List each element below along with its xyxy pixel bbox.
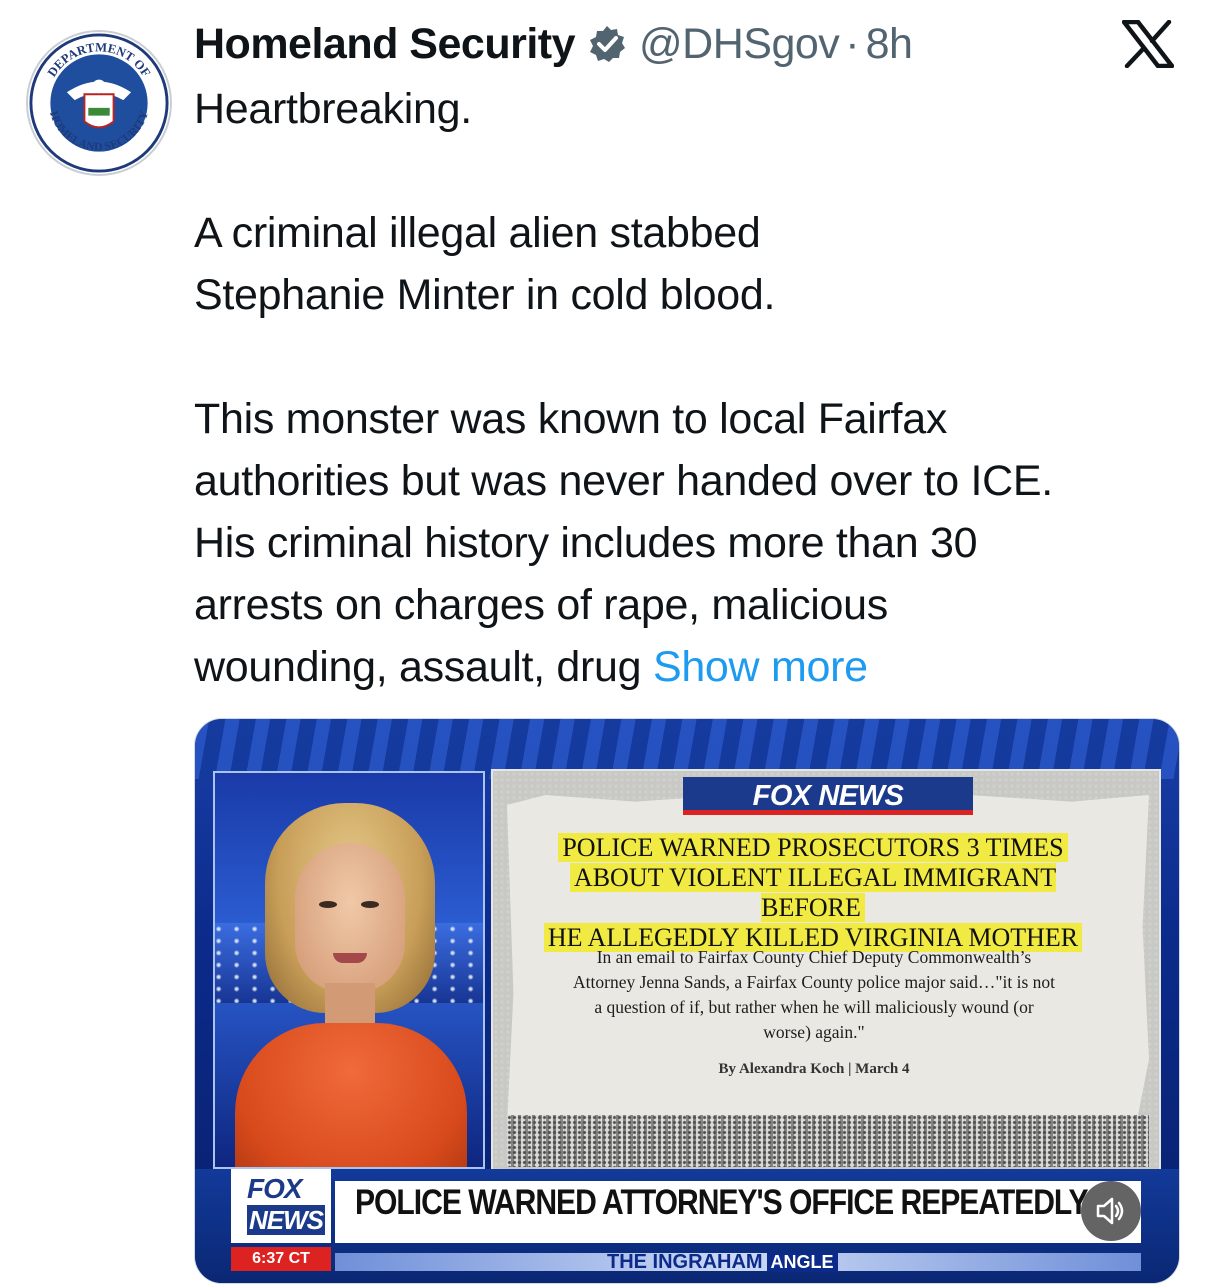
logo-fox: FOX <box>247 1173 303 1204</box>
show-name-main: THE INGRAHAM <box>607 1251 763 1273</box>
video-media[interactable]: FOX NEWS POLICE WARNED PROSECUTORS 3 TIM… <box>194 718 1180 1284</box>
logo-news: NEWS <box>247 1205 325 1235</box>
author-name[interactable]: Homeland Security <box>194 20 576 69</box>
speaker-muted-icon <box>1096 1197 1124 1225</box>
separator-dot: · <box>845 19 860 68</box>
article-quote: In an email to Fairfax County Chief Depu… <box>529 945 1099 1045</box>
article-line: worse) again." <box>763 1022 865 1042</box>
post-text: Heartbreaking. A criminal illegal alien … <box>194 78 1184 698</box>
headline-line: ABOUT VIOLENT ILLEGAL IMMIGRANT BEFORE <box>569 863 1057 922</box>
article-line: In an email to Fairfax County Chief Depu… <box>596 947 1032 967</box>
network-label: FOX NEWS <box>683 777 973 815</box>
mute-button[interactable] <box>1081 1181 1141 1241</box>
post-paragraph: This monster was known to local Fairfax … <box>194 388 1184 698</box>
chyron-headline: POLICE WARNED ATTORNEY'S OFFICE REPEATED… <box>355 1183 1089 1222</box>
news-article-graphic: FOX NEWS POLICE WARNED PROSECUTORS 3 TIM… <box>491 769 1161 1171</box>
verified-badge-icon <box>590 26 625 62</box>
dhs-seal-icon: DEPARTMENT OF HOMELAND SECURITY <box>29 33 169 173</box>
post-paragraph: A criminal illegal alien stabbed Stephan… <box>194 209 776 319</box>
article-headline: POLICE WARNED PROSECUTORS 3 TIMES ABOUT … <box>543 833 1083 953</box>
headline-line: POLICE WARNED PROSECUTORS 3 TIMES <box>558 833 1068 862</box>
host-video-panel <box>213 771 485 1169</box>
x-logo-icon <box>1122 20 1174 68</box>
post-paragraph: Heartbreaking. <box>194 85 472 133</box>
article-line: a question of if, but rather when he wil… <box>594 997 1034 1017</box>
post-paragraph-text: This monster was known to local Fairfax … <box>194 395 1053 691</box>
post-header: Homeland Security @DHSgov · 8h <box>194 14 913 74</box>
avatar[interactable]: DEPARTMENT OF HOMELAND SECURITY <box>26 30 172 176</box>
chyron: POLICE WARNED ATTORNEY'S OFFICE REPEATED… <box>195 1169 1179 1283</box>
fox-news-logo: FOX NEWS <box>231 1169 331 1243</box>
show-name: THE INGRAHAM ANGLE <box>607 1249 838 1275</box>
post-timestamp[interactable]: 8h <box>866 20 913 69</box>
author-handle[interactable]: @DHSgov <box>639 20 840 69</box>
show-name-suffix: ANGLE <box>766 1252 838 1272</box>
article-byline: By Alexandra Koch | March 4 <box>718 1061 910 1077</box>
broadcast-clock: 6:37 CT <box>231 1247 331 1271</box>
show-more-link[interactable]: Show more <box>653 643 868 691</box>
article-line: Attorney Jenna Sands, a Fairfax County p… <box>573 972 1055 992</box>
